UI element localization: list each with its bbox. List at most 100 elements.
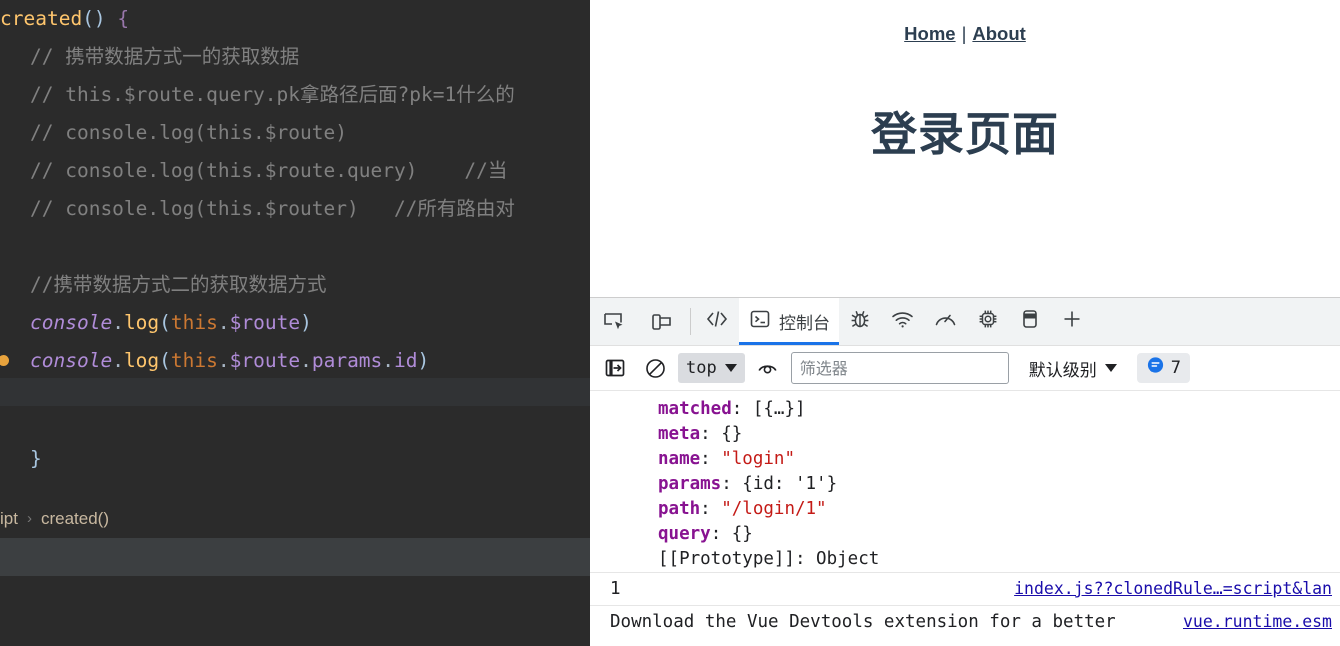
gauge-icon: [933, 307, 958, 336]
console-output[interactable]: matched: [{…}] meta: {} name: "login" param…: [590, 391, 1340, 646]
device-toolbar-icon[interactable]: [638, 298, 686, 345]
inspect-element-icon[interactable]: [590, 298, 638, 345]
console-context-value: top: [686, 358, 717, 378]
code-token: params: [311, 349, 383, 372]
code-token: //携带数据方式二的获取数据方式: [30, 273, 327, 296]
plus-icon: [1060, 307, 1084, 336]
tab-memory[interactable]: [967, 298, 1009, 345]
code-brackets-icon: [704, 307, 730, 336]
console-entry-text: 1: [610, 579, 621, 599]
tab-console-label: 控制台: [779, 314, 830, 334]
console-object-tree[interactable]: matched: [{…}] meta: {} name: "login" param…: [590, 391, 1340, 572]
property-colon: :: [731, 399, 753, 419]
property-value: {id: '1'}: [742, 474, 838, 494]
speech-bubble-icon: [1146, 356, 1165, 380]
property-value: [{…}]: [752, 399, 806, 419]
page-viewport: Home | About 登录页面: [590, 0, 1340, 297]
code-line[interactable]: [0, 228, 590, 266]
breadcrumb-crumb-current[interactable]: created(): [41, 509, 109, 529]
code-token: // this.$route.query.pk拿路径后面?pk=1什么的: [30, 83, 515, 106]
code-line[interactable]: console.log(this.$route.params.id): [0, 342, 590, 380]
breadcrumb-crumb-partial[interactable]: ipt: [0, 509, 18, 529]
page-title: 登录页面: [871, 107, 1059, 161]
property-value: {}: [731, 524, 753, 544]
code-token: (: [159, 311, 171, 334]
nav-link-about[interactable]: About: [972, 23, 1025, 44]
console-object-property[interactable]: name: "login": [590, 447, 1340, 472]
tab-sources[interactable]: [839, 298, 881, 345]
property-key: meta: [658, 424, 701, 444]
editor-breadcrumb[interactable]: ipt › created(): [0, 499, 590, 538]
code-token: // 携带数据方式一的获取数据: [30, 45, 300, 68]
terminal-toolbar[interactable]: [0, 538, 590, 576]
nav-link-home[interactable]: Home: [904, 23, 955, 44]
tab-performance[interactable]: [924, 298, 967, 345]
code-token: (: [159, 349, 171, 372]
screen-root: created() { // 携带数据方式一的获取数据 // this.$route…: [0, 0, 1340, 646]
console-level-selector[interactable]: 默认级别: [1025, 356, 1121, 381]
code-token: $route: [229, 349, 301, 372]
chevron-down-icon: [1104, 364, 1117, 372]
chip-gear-icon: [976, 307, 1000, 336]
tab-elements[interactable]: [695, 298, 739, 345]
code-line[interactable]: //携带数据方式二的获取数据方式: [0, 266, 590, 304]
console-log-entry[interactable]: 1 index.js??clonedRule…=script&lan: [590, 572, 1340, 605]
property-colon: :: [700, 449, 722, 469]
console-object-property[interactable]: meta: {}: [590, 422, 1340, 447]
code-text-area[interactable]: created() { // 携带数据方式一的获取数据 // this.$route…: [0, 0, 590, 378]
nav-separator: |: [961, 23, 967, 44]
code-line[interactable]: console.log(this.$route): [0, 304, 590, 342]
clear-console-icon[interactable]: [638, 351, 672, 385]
code-line[interactable]: // console.log(this.$router) //所有路由对: [0, 190, 590, 228]
console-object-property[interactable]: params: {id: '1'}: [590, 472, 1340, 497]
code-token: .: [112, 311, 124, 334]
console-object-property[interactable]: [[Prototype]]: Object: [590, 547, 1340, 572]
code-token: .: [217, 349, 230, 372]
code-line[interactable]: // console.log(this.$route.query) //当: [0, 152, 590, 190]
tab-application[interactable]: [1009, 298, 1051, 345]
site-nav: Home | About: [590, 0, 1340, 45]
console-sidebar-toggle-icon[interactable]: [598, 351, 632, 385]
live-expression-icon[interactable]: [751, 351, 785, 385]
browser-window: Home | About 登录页面 控制台 top 筛选器 默认级别 7 mat…: [590, 0, 1340, 646]
console-filter-input[interactable]: [790, 352, 1009, 384]
code-editor-panel: created() { // 携带数据方式一的获取数据 // this.$route…: [0, 0, 590, 646]
property-value: "/login/1": [721, 499, 827, 519]
terminal-output: 8080/: [0, 576, 590, 646]
chevron-down-icon: [724, 364, 737, 372]
property-key: name: [658, 449, 701, 469]
property-value: "login": [721, 449, 795, 469]
property-colon: :: [700, 424, 722, 444]
bug-icon: [848, 307, 872, 336]
code-token: console: [30, 349, 113, 372]
property-value: {}: [721, 424, 743, 444]
tab-more-panels[interactable]: [1051, 298, 1093, 345]
property-colon: :: [710, 524, 732, 544]
console-log-entry[interactable]: Download the Vue Devtools extension for …: [590, 605, 1340, 638]
tab-console[interactable]: 控制台: [739, 298, 839, 345]
tab-network[interactable]: [881, 298, 924, 345]
code-line[interactable]: // 携带数据方式一的获取数据: [0, 38, 590, 76]
console-entry-source-link[interactable]: vue.runtime.esm: [1183, 609, 1332, 635]
console-object-property[interactable]: query: {}: [590, 522, 1340, 547]
code-token: {: [117, 7, 130, 30]
devtools-panel: 控制台 top 筛选器 默认级别 7 matched: [{…}] meta: …: [590, 297, 1340, 646]
code-token: ): [417, 349, 430, 372]
property-colon: :: [794, 549, 817, 569]
code-line[interactable]: // this.$route.query.pk拿路径后面?pk=1什么的: [0, 76, 590, 114]
code-token: // console.log(this.$route.query) //当: [30, 159, 508, 182]
console-entry-source-link[interactable]: index.js??clonedRule…=script&lan: [1014, 576, 1332, 602]
code-token: // console.log(this.$route): [30, 121, 347, 144]
code-line[interactable]: created() {: [0, 0, 590, 38]
console-message-count-badge[interactable]: 7: [1136, 353, 1190, 383]
console-object-property[interactable]: matched: [{…}]: [590, 397, 1340, 422]
console-context-selector[interactable]: top: [678, 353, 745, 383]
breakpoint-marker-icon[interactable]: [0, 355, 9, 366]
property-key: matched: [658, 399, 732, 419]
code-line[interactable]: // console.log(this.$route): [0, 114, 590, 152]
code-token: ): [300, 311, 312, 334]
code-token: $route: [229, 311, 301, 334]
editor-highlight-strip: [0, 378, 590, 406]
property-value: Object: [816, 549, 880, 569]
console-object-property[interactable]: path: "/login/1": [590, 497, 1340, 522]
